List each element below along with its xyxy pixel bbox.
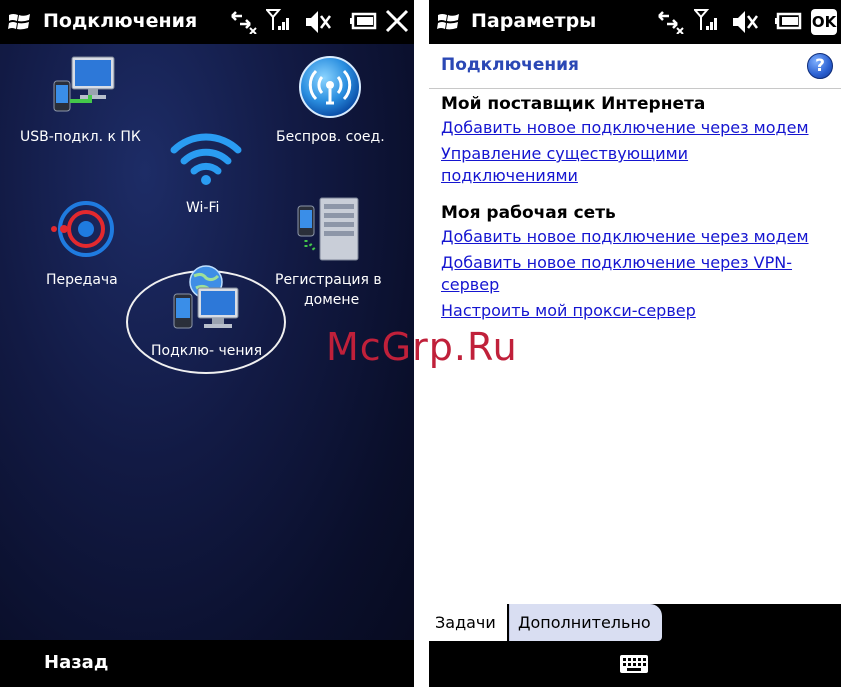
wifi-icon (170, 133, 242, 185)
keyboard-icon[interactable] (619, 654, 649, 674)
link-text-line2: подключениями (441, 166, 578, 185)
signal-strength-icon (266, 9, 289, 30)
tile-label-line2: домене (304, 292, 360, 308)
tile-label: Передача (46, 272, 118, 288)
tile-label: Wi-Fi (186, 200, 220, 216)
help-button[interactable]: ? (807, 53, 833, 79)
close-icon[interactable] (384, 8, 410, 34)
tile-label: Регистрация в (275, 272, 382, 288)
battery-icon (350, 12, 377, 30)
domain-server-icon (297, 197, 359, 261)
signal-strength-icon (694, 9, 717, 30)
wireless-manager-icon (299, 56, 361, 118)
link-text: Управление существующими (441, 144, 689, 163)
tab-strip: Задачи Дополнительно (429, 604, 841, 641)
section-heading-isp: Мой поставщик Интернета (441, 94, 706, 114)
link-add-modem-connection-isp[interactable]: Добавить новое подключение через модем (441, 117, 833, 139)
section-heading-work: Моя рабочая сеть (441, 203, 616, 223)
watermark-text: McGrp.Ru (326, 325, 518, 369)
connectivity-icon (658, 11, 684, 34)
windows-start-icon[interactable] (437, 12, 461, 32)
windows-start-icon[interactable] (8, 12, 32, 32)
tile-label: USB-подкл. к ПК (20, 129, 141, 145)
link-manage-connections[interactable]: Управление существующими подключениями (441, 143, 833, 187)
tab-tasks[interactable]: Задачи (429, 604, 507, 641)
settings-content: Мой поставщик Интернета Добавить новое п… (441, 94, 833, 322)
speaker-muted-icon (306, 11, 331, 33)
title-bar: Подключения (0, 0, 414, 44)
link-text: Настроить мой прокси-сервер (441, 301, 696, 320)
tab-advanced[interactable]: Дополнительно (509, 604, 662, 641)
back-softkey[interactable]: Назад (44, 652, 108, 673)
link-proxy-settings[interactable]: Настроить мой прокси-сервер (441, 300, 833, 322)
softkey-bar (429, 641, 841, 687)
speaker-muted-icon (733, 11, 758, 33)
connections-icon (173, 265, 239, 329)
window-title: Параметры (471, 10, 597, 32)
title-bar: Параметры OK (429, 0, 841, 44)
link-text: Добавить новое подключение через модем (441, 118, 809, 137)
ok-button[interactable]: OK (811, 9, 837, 35)
beam-icon (51, 201, 114, 257)
link-text: Добавить новое подключение через модем (441, 227, 809, 246)
page-header: Подключения ? (429, 44, 841, 89)
link-add-vpn-connection[interactable]: Добавить новое подключение через VPN- се… (441, 252, 833, 296)
link-add-modem-connection-work[interactable]: Добавить новое подключение через модем (441, 226, 833, 248)
link-text: Добавить новое подключение через VPN- (441, 253, 793, 272)
usb-pc-icon (53, 56, 115, 112)
tile-label: Беспров. соед. (276, 129, 385, 145)
battery-icon (775, 12, 802, 30)
connectivity-icon (231, 11, 257, 34)
link-text-line2: сервер (441, 275, 500, 294)
window-title: Подключения (43, 10, 198, 32)
page-title: Подключения (441, 55, 579, 75)
watermark: McGrp.Ru (326, 325, 518, 369)
tile-label: Подклю- чения (151, 343, 263, 359)
